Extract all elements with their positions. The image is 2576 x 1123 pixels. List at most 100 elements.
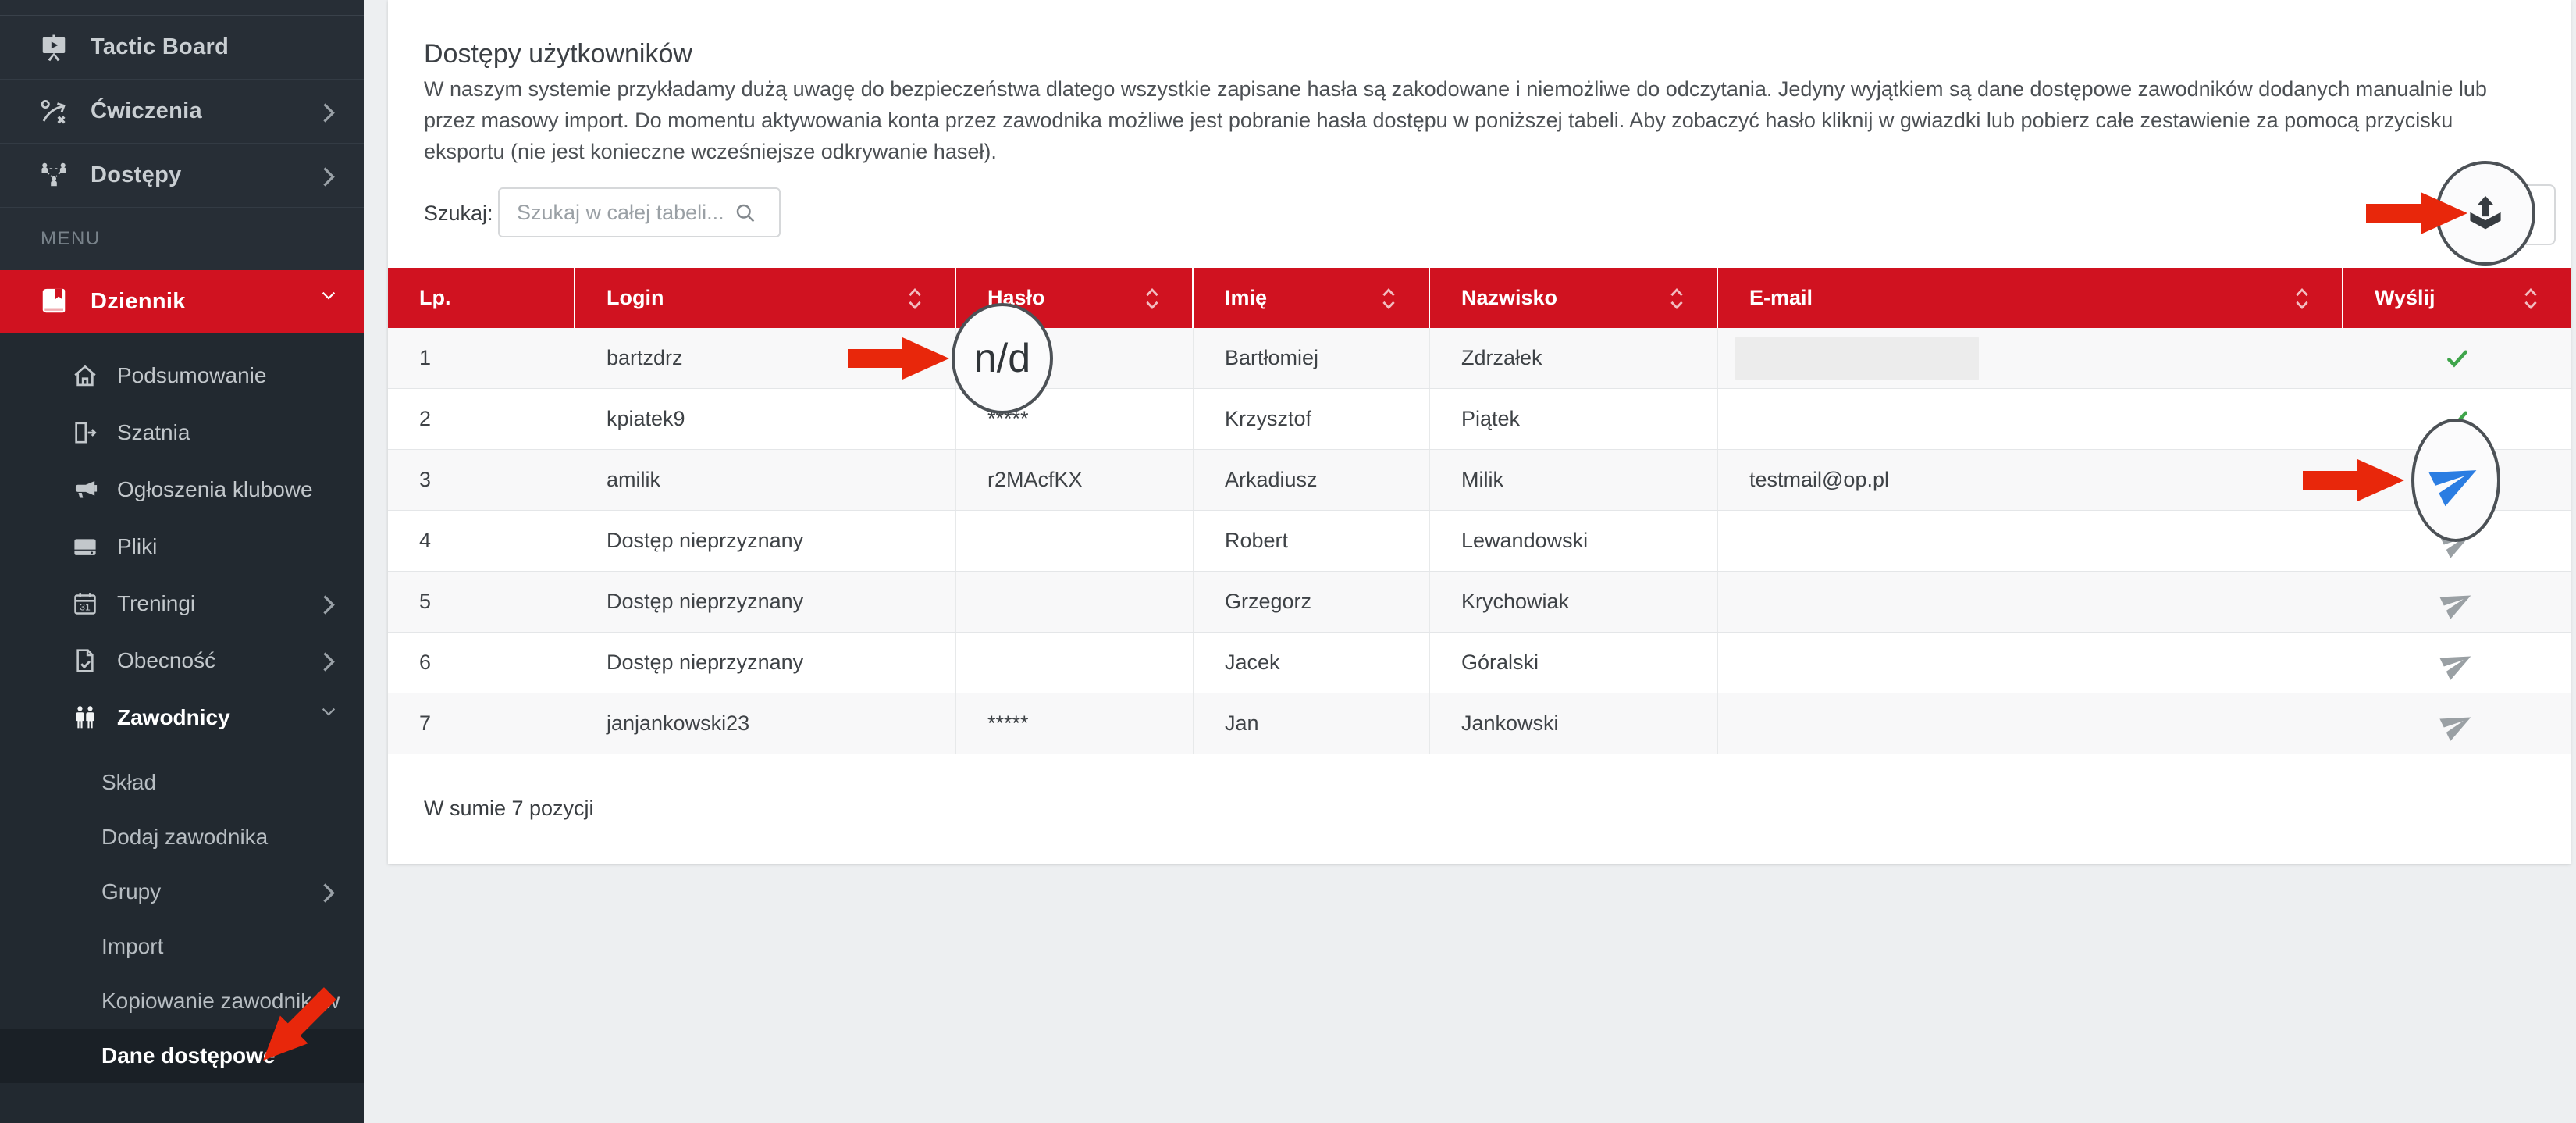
chevron-down-icon: [320, 706, 337, 729]
sidebar-item-podsumowanie[interactable]: Podsumowanie: [0, 347, 364, 404]
cell-wyslij[interactable]: [2343, 572, 2571, 632]
cell-nazwisko: Góralski: [1430, 633, 1718, 693]
table-summary: W sumie 7 pozycji: [424, 797, 594, 821]
table-row: 2 kpiatek9 ***** Krzysztof Piątek: [388, 389, 2571, 450]
chevron-down-icon: [320, 290, 337, 313]
annotation-circle-export: [2435, 161, 2535, 266]
sort-icon[interactable]: [1668, 286, 1685, 311]
sidebar-item-sklad[interactable]: Skład: [0, 755, 364, 810]
sidebar-item-label: Dostępy: [91, 162, 182, 188]
send-email-active-icon[interactable]: [2422, 447, 2489, 514]
calendar-icon: 31: [72, 590, 98, 617]
cell-imie: Grzegorz: [1194, 572, 1430, 632]
cell-haslo[interactable]: *****: [956, 693, 1194, 754]
sidebar-item-label: Dane dostępowe: [101, 1043, 275, 1068]
cell-email: [1718, 633, 2343, 693]
send-email-icon[interactable]: [2435, 701, 2478, 745]
cell-wyslij: [2343, 328, 2571, 388]
users-access-table: Lp. Login Hasło Imię Nazwisko E-mail Wyś…: [388, 268, 2571, 754]
column-header-nazwisko[interactable]: Nazwisko: [1430, 268, 1718, 328]
attendance-icon: [72, 647, 98, 674]
sidebar-item-obecnosc[interactable]: Obecność: [0, 632, 364, 689]
sidebar-item-dane-dostepowe[interactable]: Dane dostępowe: [0, 1029, 364, 1083]
cell-lp: 1: [388, 328, 575, 388]
table-row: 7 janjankowski23 ***** Jan Jankowski: [388, 693, 2571, 754]
sort-icon[interactable]: [1380, 286, 1397, 311]
access-users-icon: [39, 161, 69, 191]
sidebar-item-cwiczenia[interactable]: Ćwiczenia: [0, 80, 364, 144]
cell-imie: Jan: [1194, 693, 1430, 754]
cell-imie: Bartłomiej: [1194, 328, 1430, 388]
sort-icon[interactable]: [2522, 286, 2539, 311]
book-icon: [39, 287, 69, 316]
chevron-right-icon: [320, 592, 337, 615]
tactic-board-icon: [39, 33, 69, 62]
sidebar-item-import[interactable]: Import: [0, 919, 364, 974]
cell-haslo: [956, 511, 1194, 571]
sidebar-item-zawodnicy[interactable]: Zawodnicy: [0, 689, 364, 746]
sidebar-item-kopiowanie-zawodnikow[interactable]: Kopiowanie zawodników: [0, 974, 364, 1029]
megaphone-icon: [72, 476, 98, 503]
sidebar-item-grupy[interactable]: Grupy: [0, 865, 364, 919]
sidebar-item-label: Obecność: [117, 648, 215, 673]
cell-login: Dostęp nieprzyznany: [575, 572, 956, 632]
sort-icon[interactable]: [2293, 286, 2311, 311]
table-row: 4 Dostęp nieprzyznany Robert Lewandowski: [388, 511, 2571, 572]
search-input[interactable]: [498, 187, 781, 237]
chevron-right-icon: [320, 164, 337, 187]
sidebar-item-szatnia[interactable]: Szatnia: [0, 404, 364, 461]
cell-nazwisko: Lewandowski: [1430, 511, 1718, 571]
sidebar-item-treningi[interactable]: 31 Treningi: [0, 575, 364, 632]
export-icon[interactable]: [2466, 194, 2505, 233]
cell-imie: Arkadiusz: [1194, 450, 1430, 510]
column-header-wyslij[interactable]: Wyślij: [2343, 268, 2571, 328]
cell-wyslij[interactable]: [2343, 633, 2571, 693]
cell-lp: 5: [388, 572, 575, 632]
sidebar-item-pliki[interactable]: Pliki: [0, 518, 364, 575]
column-label: Nazwisko: [1461, 286, 1557, 310]
column-label: Login: [607, 286, 664, 310]
column-header-imie[interactable]: Imię: [1194, 268, 1430, 328]
column-header-email[interactable]: E-mail: [1718, 268, 2343, 328]
sidebar-item-ogloszenia-klubowe[interactable]: Ogłoszenia klubowe: [0, 461, 364, 518]
cell-wyslij[interactable]: [2343, 693, 2571, 754]
cell-nazwisko: Jankowski: [1430, 693, 1718, 754]
cell-nazwisko: Milik: [1430, 450, 1718, 510]
sidebar-item-label: Kopiowanie zawodników: [101, 989, 340, 1014]
sidebar-item-label: Podsumowanie: [117, 363, 266, 388]
redacted-email: [1735, 337, 1979, 380]
cell-nazwisko: Piątek: [1430, 389, 1718, 449]
sidebar-item-tactic-board[interactable]: Tactic Board: [0, 16, 364, 80]
sidebar-item-label: Ogłoszenia klubowe: [117, 477, 313, 502]
sidebar-item-dostepy[interactable]: Dostępy: [0, 144, 364, 208]
sidebar-clipped-item: [0, 0, 364, 16]
sort-icon[interactable]: [906, 286, 923, 311]
cell-email: testmail@op.pl: [1718, 450, 2343, 510]
spacer: [0, 746, 364, 755]
table-row: 3 amilik r2MAcfKX Arkadiusz Milik testma…: [388, 450, 2571, 511]
cell-lp: 7: [388, 693, 575, 754]
send-email-icon[interactable]: [2435, 579, 2478, 623]
cell-login: amilik: [575, 450, 956, 510]
cell-haslo[interactable]: r2MAcfKX: [956, 450, 1194, 510]
annotation-circle-password: n/d: [952, 303, 1053, 414]
password-nd-value: n/d: [974, 335, 1030, 382]
sort-icon[interactable]: [1144, 286, 1161, 311]
column-header-login[interactable]: Login: [575, 268, 956, 328]
cell-email: [1718, 511, 2343, 571]
home-icon: [72, 362, 98, 389]
cell-lp: 2: [388, 389, 575, 449]
sidebar-item-label: Zawodnicy: [117, 705, 230, 730]
cell-imie: Robert: [1194, 511, 1430, 571]
send-email-icon[interactable]: [2435, 640, 2478, 684]
drive-icon: [72, 533, 98, 560]
content-card: Dostępy użytkowników W naszym systemie p…: [388, 0, 2571, 864]
sidebar-item-label: Dziennik: [91, 289, 186, 315]
cell-login: bartzdrz: [575, 328, 956, 388]
column-header-lp: Lp.: [388, 268, 575, 328]
cell-email: [1718, 328, 2343, 388]
sidebar-item-dodaj-zawodnika[interactable]: Dodaj zawodnika: [0, 810, 364, 865]
cell-email: [1718, 693, 2343, 754]
players-icon: [72, 704, 98, 731]
sidebar-item-dziennik[interactable]: Dziennik: [0, 270, 364, 333]
